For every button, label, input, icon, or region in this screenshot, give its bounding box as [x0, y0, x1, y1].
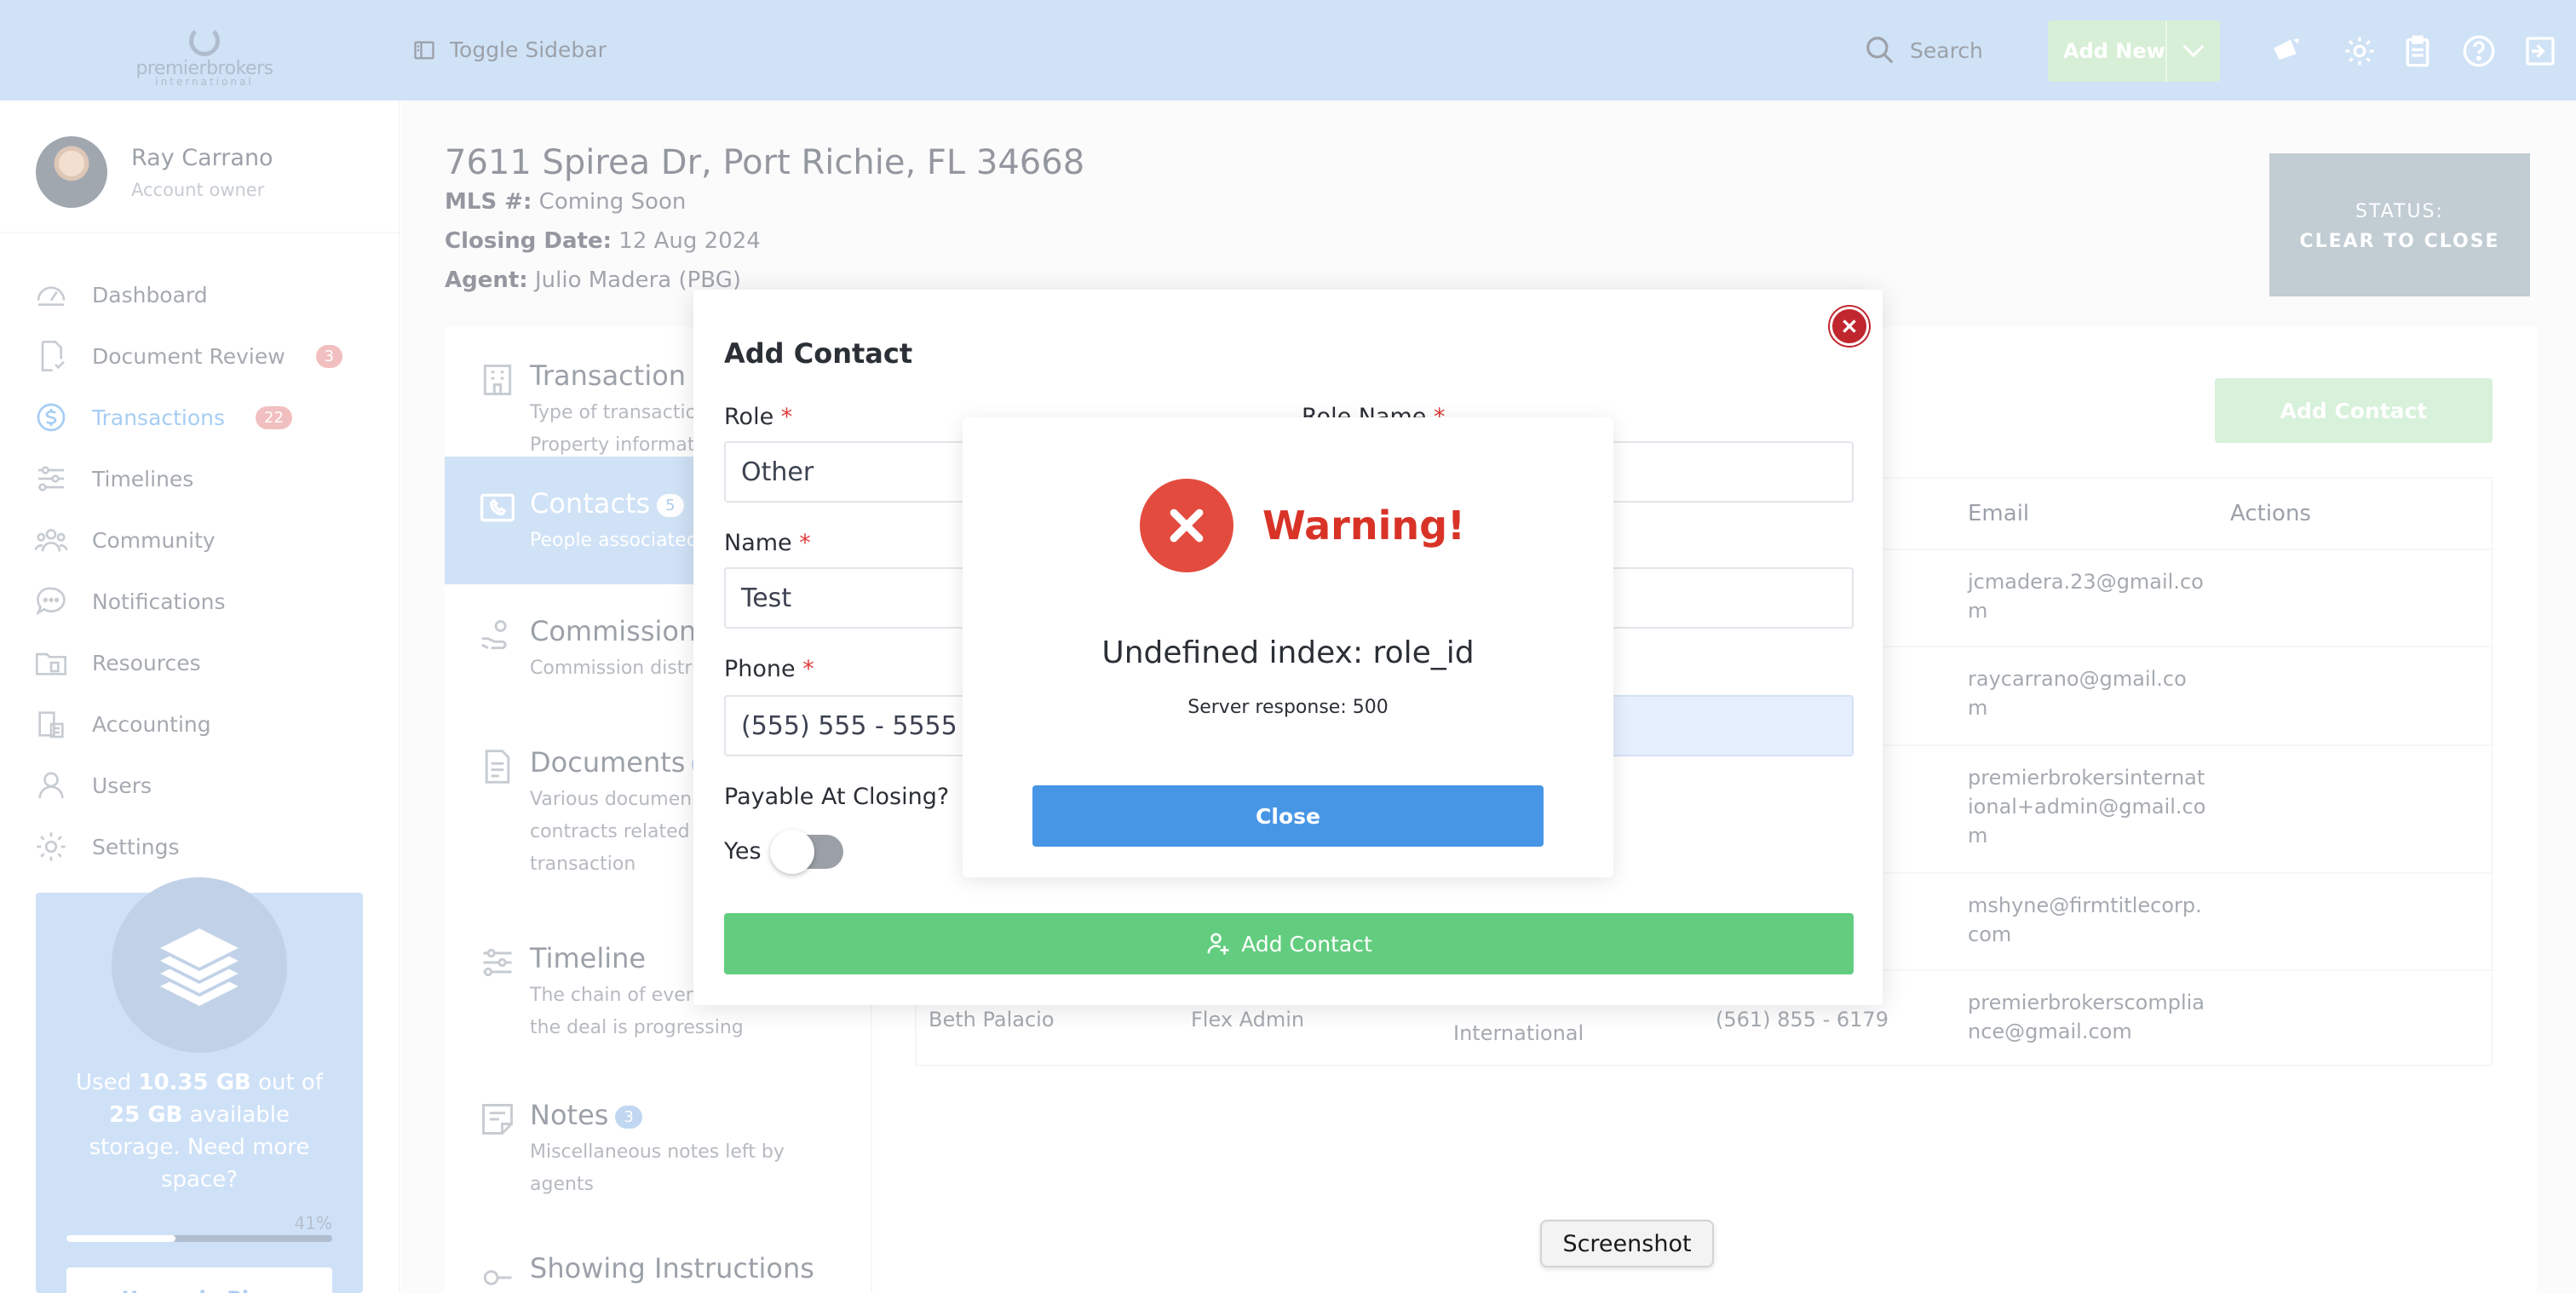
close-icon — [1170, 509, 1204, 543]
name-label: Name * — [724, 530, 811, 556]
close-icon — [1843, 319, 1856, 333]
payable-value: Yes — [724, 838, 762, 865]
error-icon — [1140, 479, 1233, 572]
toggle-knob — [770, 830, 814, 874]
server-response: Server response: 500 — [1187, 697, 1389, 718]
warning-title: Warning! — [1262, 503, 1465, 549]
warning-dialog: Warning! Undefined index: role_id Server… — [963, 417, 1613, 877]
name-label-text: Name — [724, 530, 792, 556]
required-marker: * — [799, 530, 811, 556]
add-user-icon — [1207, 933, 1229, 955]
add-contact-submit-label: Add Contact — [1241, 931, 1372, 957]
modal-title: Add Contact — [724, 337, 913, 370]
payable-label: Payable At Closing? — [724, 784, 950, 810]
role-label-text: Role — [724, 404, 774, 430]
close-button[interactable]: Close — [1032, 785, 1544, 847]
role-label: Role * — [724, 404, 792, 430]
warning-message: Undefined index: role_id — [1101, 635, 1475, 670]
phone-label: Phone * — [724, 656, 814, 682]
add-contact-submit-button[interactable]: Add Contact — [724, 913, 1854, 974]
required-marker: * — [802, 656, 814, 682]
payable-toggle[interactable] — [770, 830, 843, 874]
required-marker: * — [780, 404, 793, 430]
screenshot-tooltip: Screenshot — [1540, 1220, 1714, 1267]
modal-close-button[interactable] — [1830, 307, 1869, 346]
phone-label-text: Phone — [724, 656, 796, 682]
